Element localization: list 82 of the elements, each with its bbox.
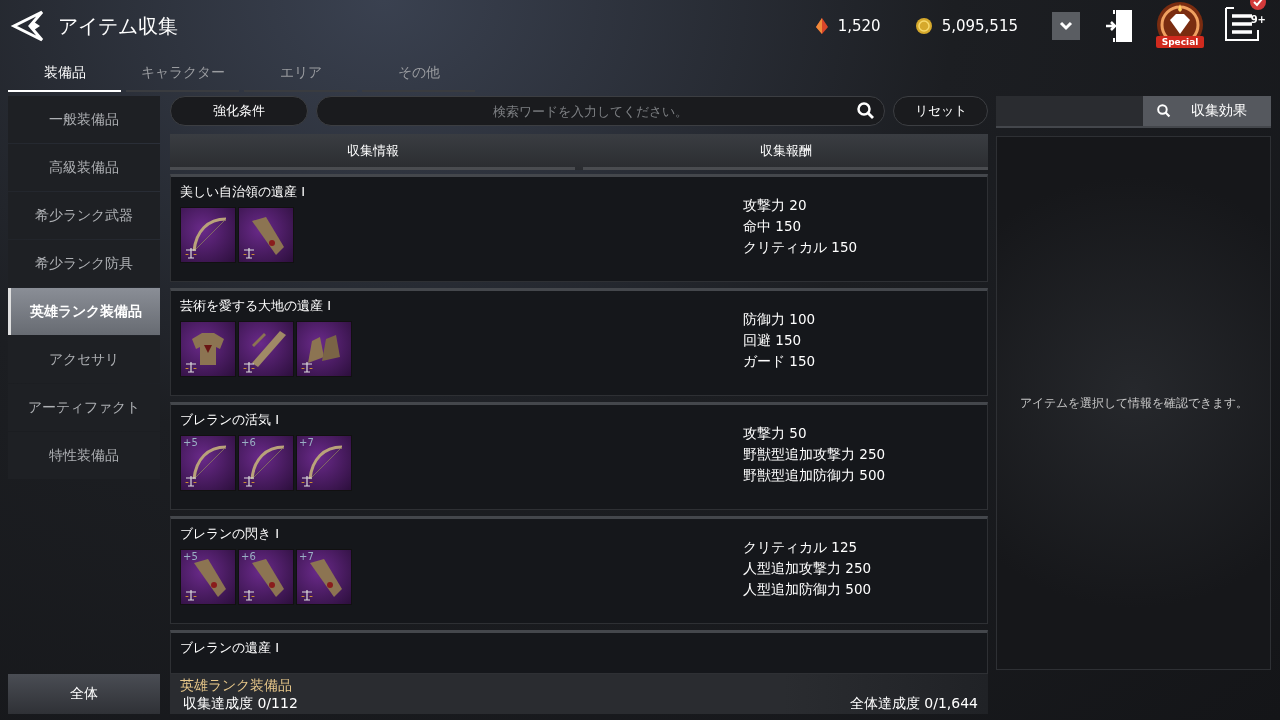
item-slot[interactable]: +6	[238, 549, 294, 605]
scale-icon	[184, 475, 198, 487]
notification-count: 9+	[1250, 14, 1266, 25]
collection-row[interactable]: ブレランの閃き I +5 +6 +7 クリティカル 125 人型追加攻撃力 250 人型追加防御力 500	[170, 516, 988, 624]
item-slot[interactable]: +7	[296, 435, 352, 491]
reward-stat: 野獣型追加防御力 500	[743, 465, 887, 485]
search-icon[interactable]	[857, 102, 875, 120]
reward-stat: 攻撃力 20	[743, 195, 808, 215]
column-header: 収集報酬	[583, 134, 988, 170]
item-slot[interactable]: +5	[180, 435, 236, 491]
exit-door-icon[interactable]	[1104, 8, 1134, 44]
reward-stat: 防御力 100	[743, 309, 817, 329]
collection-name: 芸術を愛する大地の遺産 I	[180, 297, 332, 315]
enhance-level: +5	[183, 551, 198, 562]
collection-row[interactable]: ブレランの遺産 I	[170, 630, 988, 674]
scale-icon	[300, 475, 314, 487]
reset-button[interactable]: リセット	[893, 96, 988, 126]
scale-icon	[300, 361, 314, 373]
detail-hint: アイテムを選択して情報を確認できます。	[1019, 394, 1248, 412]
enhance-level: +6	[241, 437, 256, 448]
tab[interactable]: キャラクター	[126, 56, 239, 92]
reward-stat: 野獣型追加攻撃力 250	[743, 444, 887, 464]
collection-effects-button[interactable]: 収集効果	[1143, 96, 1271, 126]
reward-stat: クリティカル 150	[743, 237, 859, 257]
crystal-icon	[814, 17, 829, 35]
reward-stat: 人型追加防御力 500	[743, 579, 873, 599]
all-button[interactable]: 全体	[8, 674, 160, 714]
reward-stat: 人型追加攻撃力 250	[743, 558, 873, 578]
search-icon	[1157, 104, 1171, 118]
currency-amount: 5,095,515	[941, 17, 1018, 35]
collection-row[interactable]: 芸術を愛する大地の遺産 I 防御力 100 回避 150 ガード 150	[170, 288, 988, 396]
enhance-level: +7	[299, 551, 314, 562]
category-completion-count: 収集達成度 0/112	[182, 694, 299, 712]
item-slot[interactable]: +5	[180, 549, 236, 605]
collection-name: 美しい自治領の遺産 I	[180, 183, 306, 201]
tab[interactable]: エリア	[244, 56, 357, 92]
scale-icon	[242, 361, 256, 373]
item-slot[interactable]	[238, 321, 294, 377]
reward-stat: 攻撃力 50	[743, 423, 808, 443]
scale-icon	[300, 589, 314, 601]
scale-icon	[184, 589, 198, 601]
item-slot[interactable]	[238, 207, 294, 263]
category-item[interactable]: 希少ランク武器	[8, 192, 160, 239]
reward-stat: ガード 150	[743, 351, 817, 371]
enhance-filter-button[interactable]: 強化条件	[170, 96, 308, 126]
scale-icon	[242, 589, 256, 601]
tab[interactable]: 装備品	[8, 56, 121, 92]
coin-icon	[914, 17, 933, 35]
item-slot[interactable]	[180, 321, 236, 377]
collection-name: ブレランの活気 I	[180, 411, 280, 429]
window-title: アイテム収集	[58, 12, 178, 40]
enhance-level: +5	[183, 437, 198, 448]
chevron-down-icon	[1059, 21, 1073, 31]
special-ribbon: Special	[1156, 36, 1204, 48]
category-title: 英雄ランク装備品	[180, 676, 293, 694]
item-slot[interactable]: +6	[238, 435, 294, 491]
currency-amount: 1,520	[837, 17, 881, 35]
collection-row[interactable]: 美しい自治領の遺産 I 攻撃力 20 命中 150 クリティカル 150	[170, 174, 988, 282]
enhance-level: +6	[241, 551, 256, 562]
tab[interactable]: その他	[362, 56, 475, 92]
scale-icon	[242, 247, 256, 259]
item-slot[interactable]: +7	[296, 549, 352, 605]
category-item[interactable]: 高級装備品	[8, 144, 160, 191]
collection-name: ブレランの遺産 I	[180, 639, 280, 657]
scale-icon	[184, 361, 198, 373]
total-completion-count: 全体達成度 0/1,644	[848, 694, 978, 712]
category-item[interactable]: 希少ランク防具	[8, 240, 160, 287]
collection-name: ブレランの閃き I	[180, 525, 280, 543]
reward-stat: クリティカル 125	[743, 537, 859, 557]
category-item[interactable]: 一般装備品	[8, 96, 160, 143]
dropdown-button[interactable]	[1052, 12, 1080, 40]
search-field[interactable]: 検索ワードを入力してください。	[316, 96, 885, 126]
enhance-level: +7	[299, 437, 314, 448]
column-header: 収集情報	[170, 134, 575, 170]
item-slot[interactable]	[296, 321, 352, 377]
reward-stat: 命中 150	[743, 216, 803, 236]
category-item[interactable]: 英雄ランク装備品	[8, 288, 160, 335]
reward-stat: 回避 150	[743, 330, 803, 350]
collection-row[interactable]: ブレランの活気 I +5 +6 +7 攻撃力 50 野獣型追加攻撃力 250 野獣型追加防御力 500	[170, 402, 988, 510]
scale-icon	[242, 475, 256, 487]
scale-icon	[184, 247, 198, 259]
item-slot[interactable]	[180, 207, 236, 263]
